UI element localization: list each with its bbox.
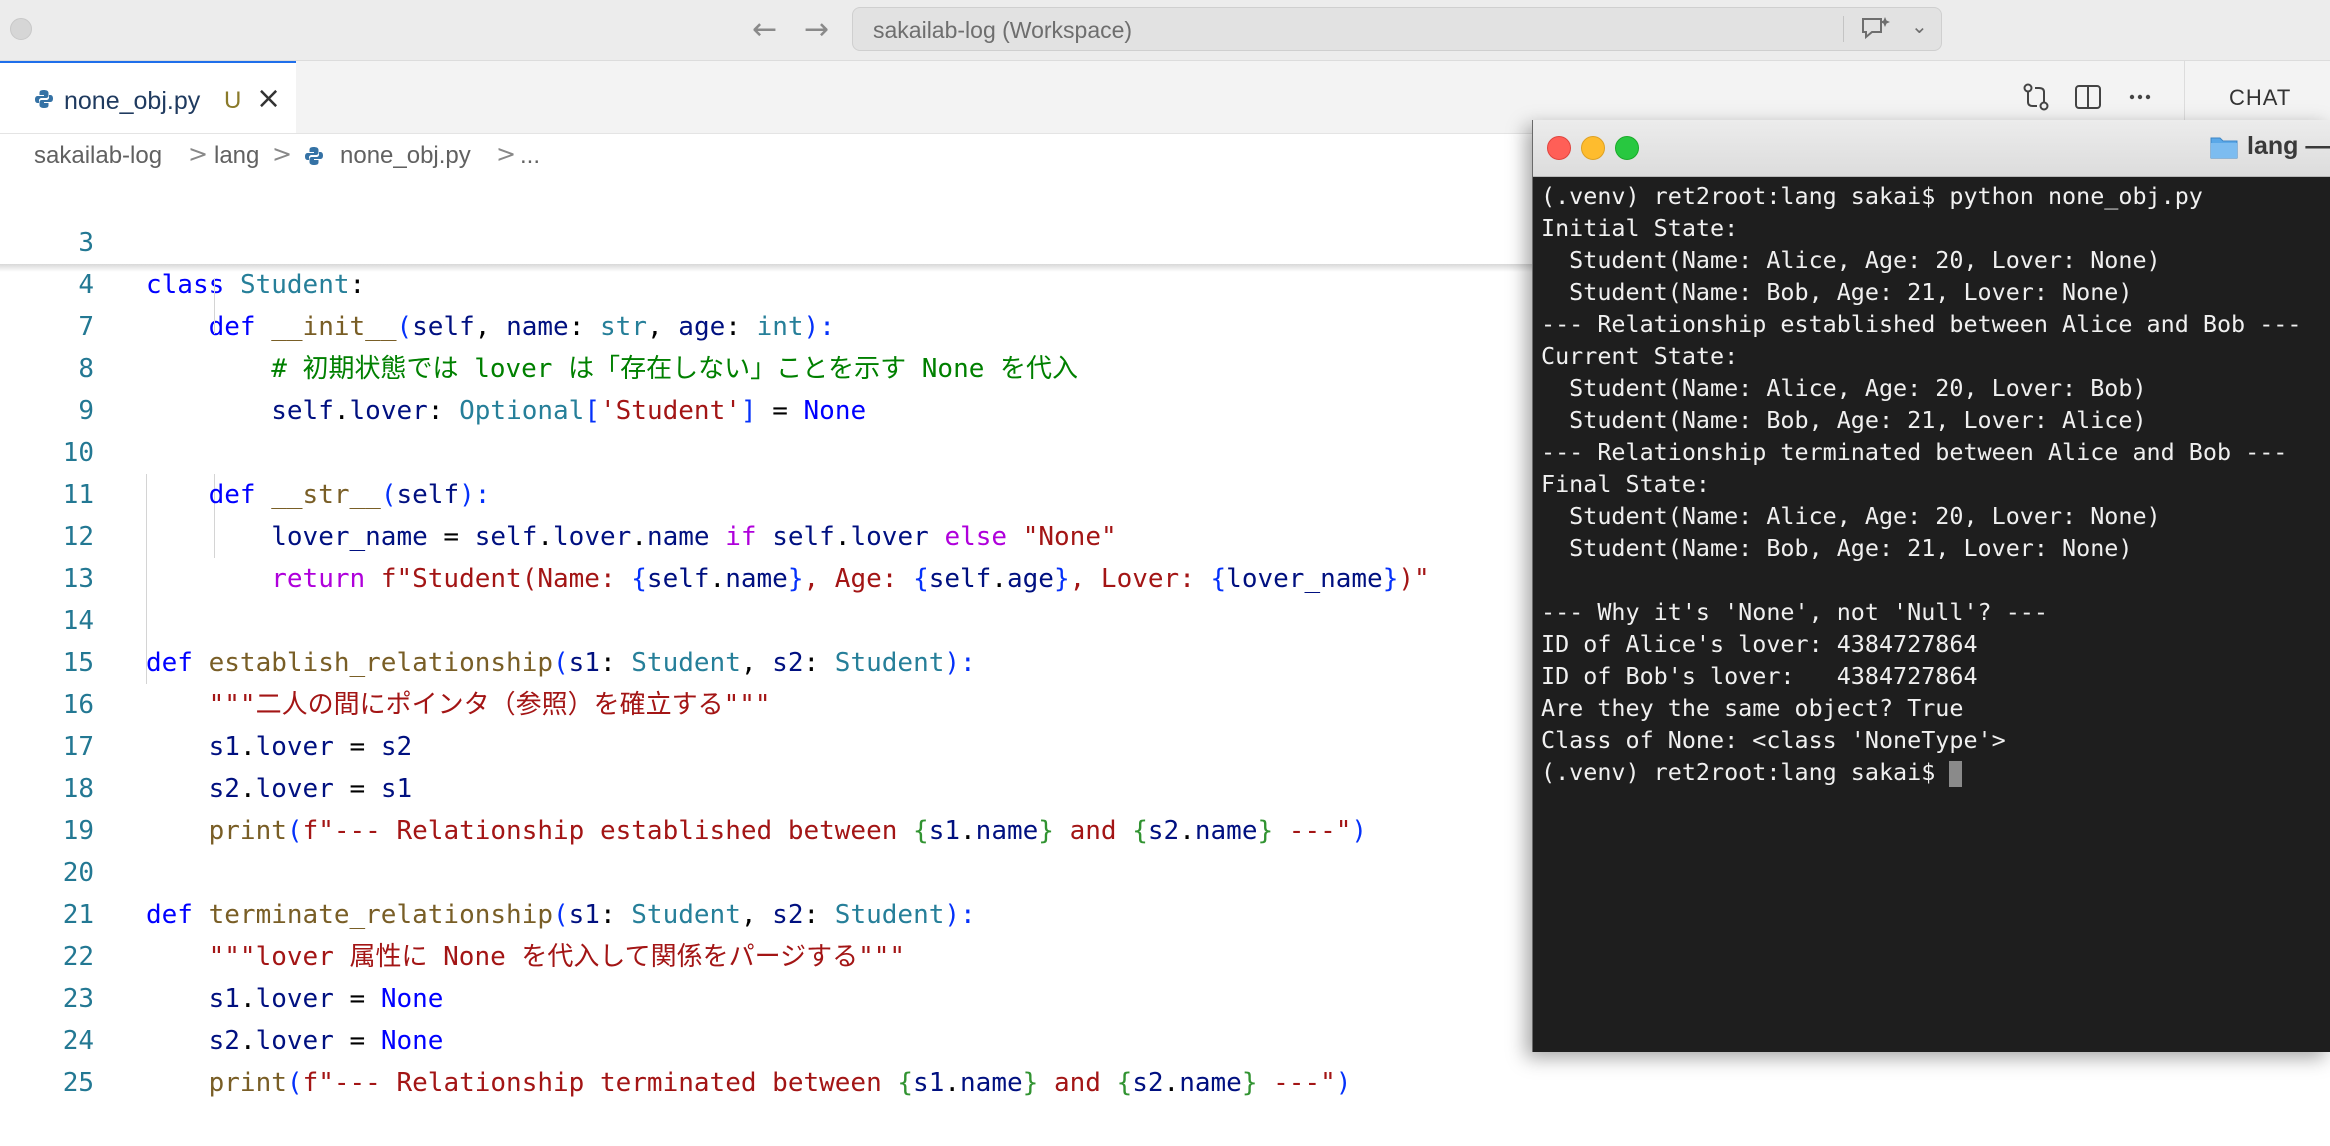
workspace-title: sakailab-log (Workspace): [873, 17, 1133, 43]
punct: .: [1163, 1068, 1180, 1098]
punct: }: [1241, 1068, 1258, 1098]
variable: s1: [913, 1068, 945, 1098]
punct: (: [286, 1068, 303, 1098]
arrow-right-icon[interactable]: →: [804, 12, 829, 47]
breadcrumb-item-symbol[interactable]: ...: [520, 142, 540, 170]
punct: {: [1116, 1068, 1133, 1098]
terminal-line: Class of None: <class 'NoneType'>: [1541, 726, 2006, 754]
breadcrumb-item-workspace[interactable]: sakailab-log: [34, 142, 162, 170]
variable: s2: [1132, 1068, 1164, 1098]
terminal-line: Are they the same object? True: [1541, 694, 1964, 722]
terminal-cursor: [1949, 760, 1963, 787]
code-line: 14 def establish_relationship(s1: Studen…: [0, 558, 1540, 678]
terminal-title: lang —: [2247, 132, 2330, 160]
terminal-line: Final State:: [1541, 470, 1710, 498]
breadcrumb-separator: >: [496, 140, 517, 168]
punct: ): [1335, 1068, 1352, 1098]
terminal-prompt-line[interactable]: (.venv) ret2root:lang sakai$: [1541, 756, 2330, 788]
terminal-prompt: (.venv) ret2root:lang sakai$: [1541, 758, 1950, 786]
punct: {: [897, 1068, 914, 1098]
untracked-status-badge: U: [224, 87, 242, 114]
code-line: 12 return f"Student(Name: {self.name}, A…: [0, 474, 1540, 594]
breadcrumb: sakailab-log > lang > none_obj.py > ...: [0, 134, 1540, 178]
string: and: [1038, 1068, 1117, 1098]
code-line: 25: [0, 1020, 1540, 1098]
terminal-minimize-button[interactable]: [1581, 136, 1605, 160]
close-icon[interactable]: ×: [256, 81, 281, 116]
code-line: 24 print(f"--- Relationship terminated b…: [0, 978, 1540, 1098]
code-line: 7 # 初期状態では lover は「存在しない」ことを示す None を代入: [0, 264, 1540, 384]
line-number: 25: [62, 1068, 94, 1098]
chevron-down-icon[interactable]: ⌄: [1911, 14, 1928, 38]
code-line: 8 self.lover: Optional['Student'] = None: [0, 306, 1540, 426]
chat-sparkle-icon[interactable]: [1859, 14, 1893, 44]
python-file-icon: [305, 147, 323, 165]
arrow-left-icon[interactable]: ←: [752, 12, 777, 47]
terminal-output[interactable]: (.venv) ret2root:lang sakai$ python none…: [1541, 180, 2330, 788]
command-center-divider: [1843, 16, 1844, 42]
code-line: 13: [0, 516, 1540, 594]
terminal-window[interactable]: lang — (.venv) ret2root:lang sakai$ pyth…: [1532, 120, 2330, 1052]
terminal-titlebar: lang —: [1533, 120, 2330, 177]
terminal-line: (.venv) ret2root:lang sakai$ python none…: [1541, 182, 2203, 210]
terminal-line: Student(Name: Bob, Age: 21, Lover: None): [1541, 534, 2133, 562]
terminal-line: Current State:: [1541, 342, 1739, 370]
breadcrumb-separator: >: [188, 140, 209, 168]
code-editor[interactable]: 3 class Student: 4 def __init__(self, na…: [0, 180, 1540, 1098]
terminal-line: Initial State:: [1541, 214, 1739, 242]
tab-none-obj-py[interactable]: none_obj.py U ×: [0, 61, 296, 133]
attribute: name: [960, 1068, 1023, 1098]
terminal-close-button[interactable]: [1547, 136, 1571, 160]
code-line: 19: [0, 768, 1540, 846]
code-line: 4 def __init__(self, name: str, age: int…: [0, 222, 1540, 342]
breadcrumb-separator: >: [272, 140, 293, 168]
chat-panel-title: CHAT: [2229, 85, 2292, 110]
terminal-line: ID of Bob's lover: 4384727864: [1541, 662, 1978, 690]
string: f"--- Relationship terminated between: [302, 1068, 898, 1098]
window-titlebar: ← → sakailab-log (Workspace) ⌄: [0, 0, 2330, 61]
code-line: 21 """lover 属性に None を代入して関係をパージする""": [0, 852, 1540, 972]
tab-label: none_obj.py: [64, 87, 201, 115]
code-line: 23 s2.lover = None: [0, 936, 1540, 1056]
code-line: 15 """二人の間にポインタ（参照）を確立する""": [0, 600, 1540, 720]
code-line: 16 s1.lover = s2: [0, 642, 1540, 762]
function-call: print: [208, 1068, 287, 1098]
code-line: 10 def __str__(self):: [0, 390, 1540, 510]
terminal-line: Student(Name: Alice, Age: 20, Lover: Non…: [1541, 502, 2161, 530]
code-line: 3 class Student:: [0, 180, 1540, 300]
code-line: 17 s2.lover = s1: [0, 684, 1540, 804]
folder-icon: [2210, 137, 2238, 159]
string: ---": [1257, 1068, 1336, 1098]
code-line: 11 lover_name = self.lover.name if self.…: [0, 432, 1540, 552]
punct: }: [1022, 1068, 1039, 1098]
code-line: 9: [0, 348, 1540, 426]
terminal-zoom-button[interactable]: [1615, 136, 1639, 160]
punct: .: [944, 1068, 961, 1098]
terminal-line: Student(Name: Alice, Age: 20, Lover: Non…: [1541, 246, 2161, 274]
terminal-line: ID of Alice's lover: 4384727864: [1541, 630, 1978, 658]
terminal-line: --- Why it's 'None', not 'Null'? ---: [1541, 598, 2048, 626]
python-file-icon: [35, 90, 53, 108]
terminal-line: --- Relationship established between Ali…: [1541, 310, 2302, 338]
attribute: name: [1179, 1068, 1242, 1098]
terminal-line: --- Relationship terminated between Alic…: [1541, 438, 2288, 466]
terminal-line: Student(Name: Alice, Age: 20, Lover: Bob…: [1541, 374, 2147, 402]
command-center[interactable]: sakailab-log (Workspace) ⌄: [852, 7, 1942, 51]
breadcrumb-item-folder[interactable]: lang: [214, 142, 259, 170]
more-actions-icon[interactable]: [2124, 81, 2156, 113]
compare-changes-icon[interactable]: [2020, 81, 2052, 113]
code-line: 20 def terminate_relationship(s1: Studen…: [0, 810, 1540, 930]
code-line: 18 print(f"--- Relationship established …: [0, 726, 1540, 846]
breadcrumb-item-file[interactable]: none_obj.py: [340, 142, 471, 170]
terminal-line: Student(Name: Bob, Age: 21, Lover: None): [1541, 278, 2133, 306]
terminal-line: Student(Name: Bob, Age: 21, Lover: Alice…: [1541, 406, 2147, 434]
split-editor-icon[interactable]: [2072, 81, 2104, 113]
window-close-dot[interactable]: [10, 18, 32, 40]
code-line: 22 s1.lover = None: [0, 894, 1540, 1014]
